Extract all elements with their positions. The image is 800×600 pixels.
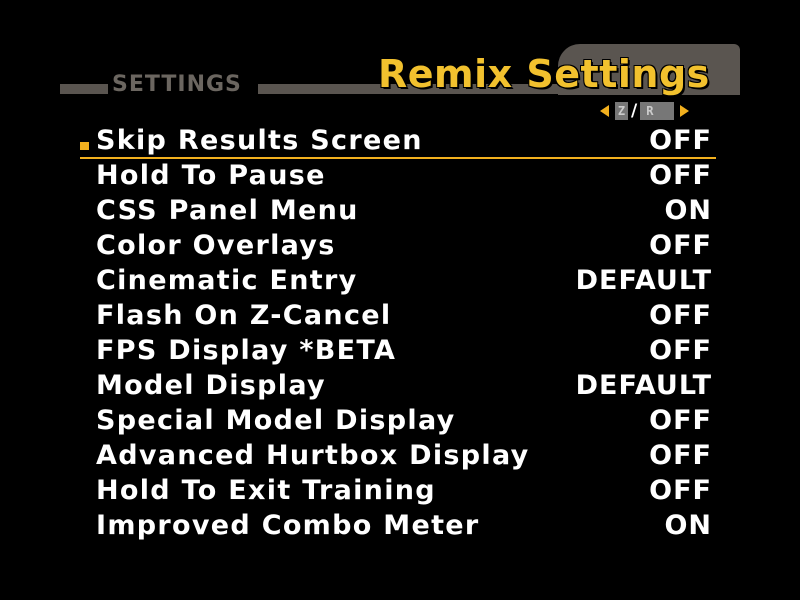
page-left-arrow-icon[interactable] xyxy=(600,105,609,117)
pager-separator: / xyxy=(631,101,638,121)
setting-label: Color Overlays xyxy=(96,230,336,261)
setting-row-hold-to-pause[interactable]: Hold To Pause OFF xyxy=(96,159,716,194)
header-left-bar xyxy=(60,84,108,94)
setting-row-color-overlays[interactable]: Color Overlays OFF xyxy=(96,229,716,264)
setting-row-flash-on-z-cancel[interactable]: Flash On Z-Cancel OFF xyxy=(96,299,716,334)
setting-row-special-model-display[interactable]: Special Model Display OFF xyxy=(96,404,716,439)
page-title: Remix Settings xyxy=(378,52,710,96)
setting-value[interactable]: ON xyxy=(664,194,712,228)
setting-row-improved-combo-meter[interactable]: Improved Combo Meter ON xyxy=(96,509,716,544)
setting-label: Advanced Hurtbox Display xyxy=(96,440,530,471)
setting-label: Hold To Exit Training xyxy=(96,475,436,506)
setting-row-skip-results-screen[interactable]: Skip Results Screen OFF xyxy=(96,124,716,159)
setting-value[interactable]: ON xyxy=(664,509,712,543)
setting-label: Hold To Pause xyxy=(96,160,326,191)
setting-value[interactable]: OFF xyxy=(649,474,712,508)
page-right-arrow-icon[interactable] xyxy=(680,105,690,117)
section-label: SETTINGS xyxy=(112,72,242,97)
setting-row-cinematic-entry[interactable]: Cinematic Entry DEFAULT xyxy=(96,264,716,299)
setting-label: Improved Combo Meter xyxy=(96,510,480,541)
z-button-icon: Z xyxy=(615,102,628,120)
setting-label: Flash On Z-Cancel xyxy=(96,300,392,331)
setting-label: Skip Results Screen xyxy=(96,125,423,156)
setting-label: FPS Display *BETA xyxy=(96,335,397,366)
setting-value[interactable]: OFF xyxy=(649,124,712,158)
setting-value[interactable]: OFF xyxy=(649,299,712,333)
r-button-icon: R xyxy=(640,102,675,120)
setting-value[interactable]: OFF xyxy=(649,404,712,438)
setting-value[interactable]: DEFAULT xyxy=(576,369,712,403)
page-indicator[interactable]: Z / R xyxy=(600,100,690,122)
setting-row-css-panel-menu[interactable]: CSS Panel Menu ON xyxy=(96,194,716,229)
setting-label: Cinematic Entry xyxy=(96,265,358,296)
setting-value[interactable]: OFF xyxy=(649,159,712,193)
setting-row-model-display[interactable]: Model Display DEFAULT xyxy=(96,369,716,404)
selection-cursor-icon xyxy=(80,142,89,150)
setting-label: Special Model Display xyxy=(96,405,456,436)
setting-value[interactable]: OFF xyxy=(649,439,712,473)
setting-row-fps-display[interactable]: FPS Display *BETA OFF xyxy=(96,334,716,369)
setting-row-hold-to-exit-training[interactable]: Hold To Exit Training OFF xyxy=(96,474,716,509)
setting-value[interactable]: DEFAULT xyxy=(576,264,712,298)
setting-label: Model Display xyxy=(96,370,326,401)
setting-value[interactable]: OFF xyxy=(649,229,712,263)
setting-row-advanced-hurtbox-display[interactable]: Advanced Hurtbox Display OFF xyxy=(96,439,716,474)
setting-label: CSS Panel Menu xyxy=(96,195,359,226)
setting-value[interactable]: OFF xyxy=(649,334,712,368)
